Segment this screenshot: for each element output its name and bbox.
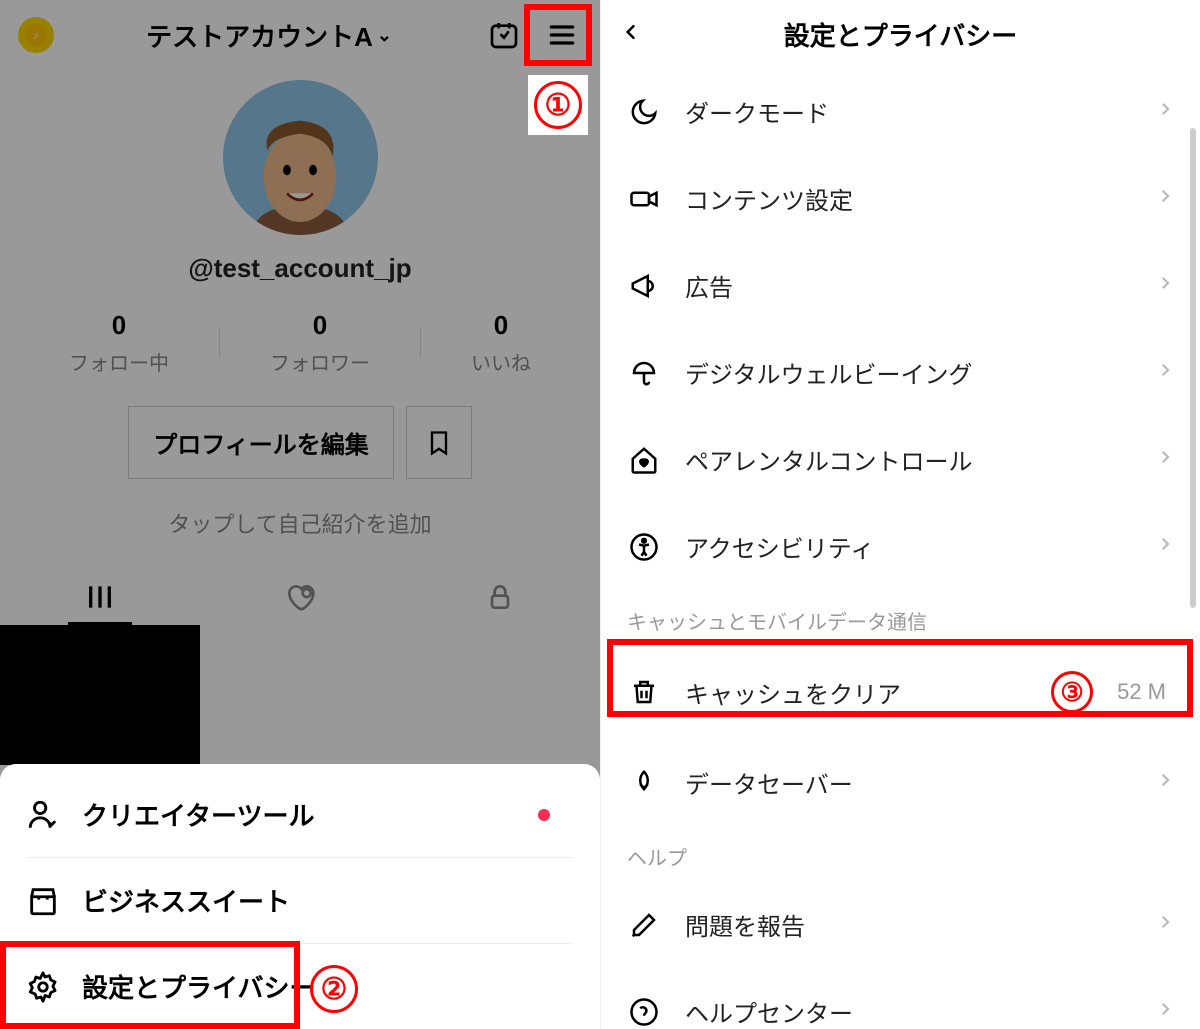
notification-dot (538, 809, 550, 821)
chevron-right-icon (1156, 274, 1174, 297)
scrollbar[interactable] (1190, 128, 1196, 608)
followers-stat[interactable]: 0 フォロワー (270, 310, 370, 376)
sheet-item-label: ビジネススイート (82, 882, 290, 919)
pencil-icon (627, 910, 661, 940)
annotation-box-2 (0, 941, 300, 1029)
tab-grid[interactable] (0, 569, 200, 625)
profile-tabs (0, 569, 600, 625)
chevron-right-icon (1156, 361, 1174, 384)
chevron-right-icon (1156, 187, 1174, 210)
setting-report-problem[interactable]: 問題を報告 (601, 881, 1200, 968)
edit-profile-button[interactable]: プロフィールを編集 (128, 406, 394, 479)
sheet-creator-tools[interactable]: クリエイターツール (0, 772, 600, 857)
likes-stat[interactable]: 0 いいね (471, 310, 531, 376)
accessibility-icon (627, 532, 661, 562)
username-label[interactable]: @test_account_jp (0, 253, 600, 284)
annotation-badge-1: ① (528, 75, 588, 135)
home-heart-icon (627, 445, 661, 475)
setting-help-center[interactable]: ヘルプセンター (601, 968, 1200, 1029)
bottom-sheet: クリエイターツール ビジネススイート 設定とプライバシー ② (0, 764, 600, 1029)
stats-row: 0 フォロー中 0 フォロワー 0 いいね (0, 310, 600, 376)
moon-icon (627, 97, 661, 127)
annotation-box-1 (524, 4, 592, 66)
video-thumbnail[interactable] (0, 625, 200, 765)
tab-private[interactable] (400, 569, 600, 625)
avatar[interactable] (223, 80, 378, 235)
annotation-badge-2: ② (310, 965, 358, 1013)
chevron-right-icon (1156, 448, 1174, 471)
calendar-icon[interactable] (484, 15, 524, 55)
settings-header: 設定とプライバシー (601, 0, 1200, 68)
settings-screen: 設定とプライバシー ダークモード コンテンツ設定 広告 デジタルウェルビーイング… (600, 0, 1200, 1029)
top-bar: ♪ テストアカウントA ⌄ (0, 0, 600, 70)
setting-content[interactable]: コンテンツ設定 (601, 155, 1200, 242)
coin-icon[interactable]: ♪ (18, 17, 54, 53)
profile-body: @test_account_jp 0 フォロー中 0 フォロワー 0 いいね (0, 80, 600, 625)
following-stat[interactable]: 0 フォロー中 (69, 310, 169, 376)
sheet-business-suite[interactable]: ビジネススイート (0, 858, 600, 943)
setting-accessibility[interactable]: アクセシビリティ (601, 503, 1200, 590)
account-name-label: テストアカウントA (146, 17, 373, 54)
megaphone-icon (627, 271, 661, 301)
chevron-right-icon (1156, 771, 1174, 794)
setting-dark-mode[interactable]: ダークモード (601, 68, 1200, 155)
setting-parental[interactable]: ペアレンタルコントロール (601, 416, 1200, 503)
settings-title: 設定とプライバシー (653, 16, 1148, 53)
question-icon (627, 997, 661, 1027)
chevron-right-icon (1156, 100, 1174, 123)
tab-liked[interactable] (200, 569, 400, 625)
profile-screen: ♪ テストアカウントA ⌄ ① (0, 0, 600, 1029)
video-icon (627, 184, 661, 214)
section-help: ヘルプ (601, 826, 1200, 881)
chevron-down-icon: ⌄ (377, 25, 392, 46)
account-switcher[interactable]: テストアカウントA ⌄ (146, 17, 392, 54)
back-button[interactable] (621, 22, 653, 47)
section-cache: キャッシュとモバイルデータ通信 (601, 590, 1200, 645)
setting-data-saver[interactable]: データセーバー (601, 739, 1200, 826)
annotation-box-3 (607, 639, 1193, 717)
chevron-right-icon (1156, 1000, 1174, 1023)
setting-ads[interactable]: 広告 (601, 242, 1200, 329)
bookmark-button[interactable] (406, 406, 472, 479)
umbrella-icon (627, 358, 661, 388)
sheet-item-label: クリエイターツール (82, 796, 314, 833)
data-saver-icon (627, 768, 661, 798)
chevron-right-icon (1156, 535, 1174, 558)
setting-wellbeing[interactable]: デジタルウェルビーイング (601, 329, 1200, 416)
chevron-right-icon (1156, 913, 1174, 936)
bio-hint[interactable]: タップして自己紹介を追加 (0, 507, 600, 539)
